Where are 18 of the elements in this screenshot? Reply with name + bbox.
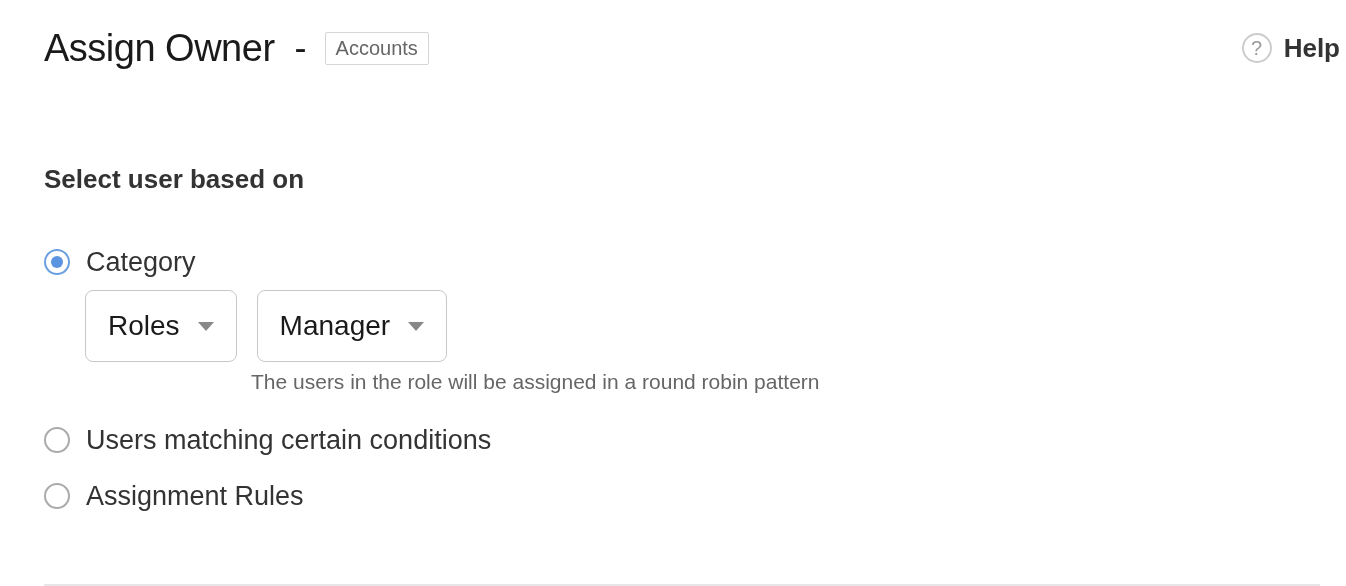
radio-button[interactable] bbox=[44, 427, 70, 453]
help-label: Help bbox=[1283, 32, 1340, 64]
title-separator: - bbox=[294, 27, 307, 69]
dropdown[interactable]: Roles bbox=[85, 290, 237, 362]
help-link[interactable]: ? Help bbox=[1241, 32, 1340, 64]
dropdown[interactable]: Manager bbox=[256, 290, 448, 362]
module-tag: Accounts bbox=[324, 31, 429, 65]
hint-text: The users in the role will be assigned in a round robin pattern bbox=[251, 370, 821, 394]
section-heading: Select user based on bbox=[44, 164, 306, 196]
radio-button[interactable] bbox=[44, 483, 70, 509]
radio-button[interactable] bbox=[44, 249, 70, 275]
caret-icon bbox=[408, 321, 425, 331]
help-icon: ? bbox=[1241, 33, 1272, 63]
option-label[interactable]: Category bbox=[86, 246, 196, 278]
option-label[interactable]: Users matching certain conditions bbox=[86, 424, 492, 456]
option-label[interactable]: Assignment Rules bbox=[86, 480, 304, 512]
caret-icon bbox=[197, 321, 214, 331]
page-title: Assign Owner bbox=[44, 26, 275, 70]
